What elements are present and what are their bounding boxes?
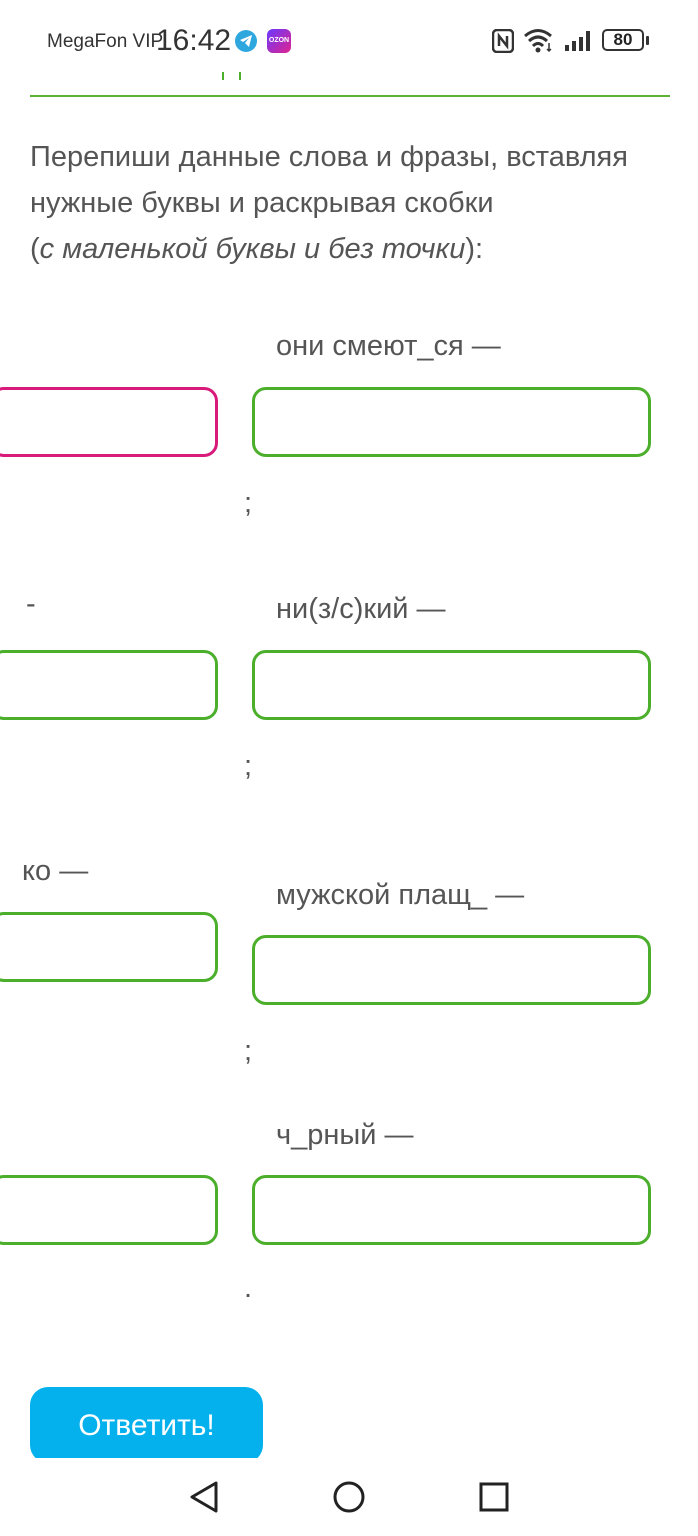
- home-icon[interactable]: [332, 1480, 366, 1514]
- word-prompt: ко —: [22, 855, 89, 887]
- scroll-fragment: [239, 72, 241, 80]
- word-prompt: ч_рный —: [276, 1119, 414, 1151]
- answer-field[interactable]: [252, 935, 651, 1005]
- word-prompt: ни(з/с)кий —: [276, 593, 446, 625]
- answer-field[interactable]: [252, 387, 651, 457]
- signal-icon: [565, 31, 590, 51]
- word-prompt: -: [26, 588, 36, 620]
- ozon-icon: OZON: [267, 29, 291, 53]
- instruction-paren-open: (: [30, 233, 40, 265]
- status-bar: MegaFon VIP 16:42 OZON 80: [0, 0, 698, 80]
- word-prompt: мужской плащ_ —: [276, 879, 525, 911]
- scroll-fragment: [222, 72, 224, 80]
- back-icon[interactable]: [188, 1480, 220, 1514]
- instruction-paren-close: ):: [465, 233, 484, 265]
- nfc-icon: [492, 29, 514, 53]
- section-divider: [30, 95, 670, 97]
- separator: ;: [244, 487, 253, 519]
- telegram-icon: [235, 30, 257, 52]
- battery-level: 80: [613, 30, 633, 49]
- separator: ;: [244, 750, 253, 782]
- answer-field[interactable]: [0, 1175, 218, 1245]
- battery-nub: [646, 36, 649, 45]
- recent-apps-icon[interactable]: [479, 1482, 509, 1512]
- answer-field[interactable]: [252, 650, 651, 720]
- status-time: 16:42: [156, 24, 232, 57]
- separator: ;: [244, 1035, 253, 1067]
- instruction-note: с маленькой буквы и без точки: [39, 233, 466, 265]
- system-navigation-bar: [0, 1458, 698, 1536]
- instruction-text: Перепиши данные слова и фразы, вставляя …: [30, 141, 628, 219]
- answer-field[interactable]: [0, 387, 218, 457]
- separator: .: [244, 1272, 253, 1304]
- answer-field[interactable]: [0, 912, 218, 982]
- submit-answer-button[interactable]: Ответить!: [30, 1387, 263, 1463]
- battery-icon: 80: [602, 29, 644, 51]
- word-prompt: они смеют_ся —: [276, 330, 501, 362]
- wifi-icon: [524, 29, 552, 53]
- answer-field[interactable]: [0, 650, 218, 720]
- answer-field[interactable]: [252, 1175, 651, 1245]
- carrier-name: MegaFon VIP: [47, 31, 164, 52]
- exercise-instruction: Перепиши данные слова и фразы, вставляя …: [30, 134, 670, 272]
